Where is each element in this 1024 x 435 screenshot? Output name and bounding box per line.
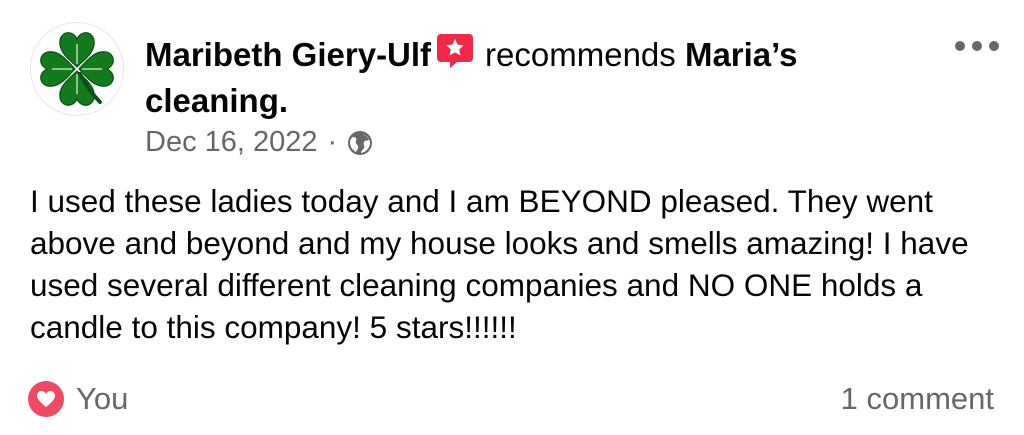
reactions-summary[interactable]: You — [28, 381, 128, 417]
globe-icon — [347, 129, 373, 155]
post-meta: Dec 16, 2022 · — [145, 124, 373, 160]
post-footer: You 1 comment — [28, 378, 994, 420]
dot-icon — [972, 41, 982, 51]
love-reaction-icon — [28, 381, 64, 417]
recommendation-star-icon — [435, 30, 475, 70]
four-leaf-clover-icon — [40, 32, 114, 106]
post-date[interactable]: Dec 16, 2022 — [145, 124, 318, 160]
dot-icon — [955, 41, 965, 51]
action-text: recommends — [485, 36, 676, 73]
post-header: Maribeth Giery-Ulf recommends Maria’s cl… — [145, 30, 925, 124]
dot-icon — [989, 41, 999, 51]
avatar[interactable] — [30, 22, 124, 116]
comments-count[interactable]: 1 comment — [841, 381, 994, 417]
recommendation-post: Maribeth Giery-Ulf recommends Maria’s cl… — [0, 0, 1024, 435]
meta-separator: · — [327, 126, 338, 158]
more-options-button[interactable] — [955, 34, 999, 58]
author-name[interactable]: Maribeth Giery-Ulf — [145, 36, 431, 73]
reaction-label: You — [76, 381, 129, 416]
post-body: I used these ladies today and I am BEYON… — [30, 183, 969, 345]
